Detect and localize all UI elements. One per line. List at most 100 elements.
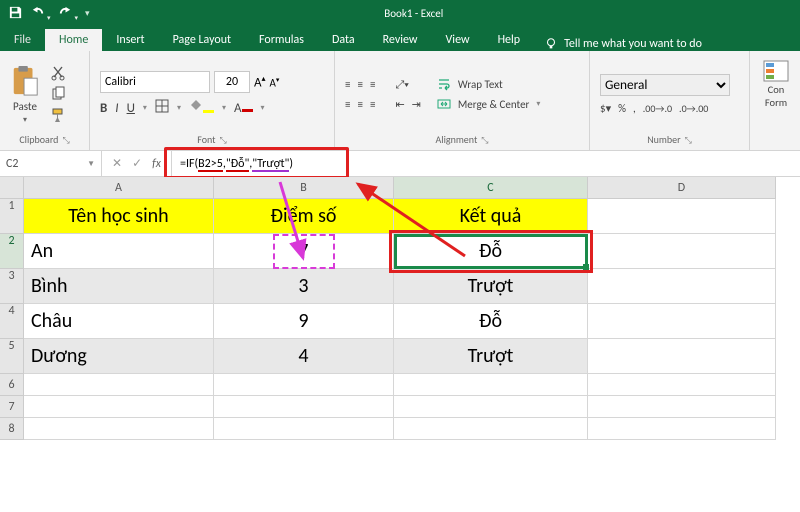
- tell-me-search[interactable]: Tell me what you want to do: [534, 37, 712, 51]
- select-all-corner[interactable]: [0, 177, 24, 199]
- tab-review[interactable]: Review: [369, 29, 432, 51]
- cell-a1[interactable]: Tên học sinh: [24, 199, 214, 234]
- cell-c3[interactable]: Trượt: [394, 269, 588, 304]
- cell-d6[interactable]: [588, 374, 776, 396]
- cell-b2[interactable]: 7: [214, 234, 394, 269]
- underline-button[interactable]: U: [127, 101, 135, 116]
- cell-c8[interactable]: [394, 418, 588, 440]
- decrease-font-icon[interactable]: A▾: [270, 75, 280, 90]
- decrease-indent-icon[interactable]: ⇤: [395, 98, 404, 111]
- formula-input[interactable]: =IF(B2>5,"Đỗ","Trượt"): [172, 151, 800, 176]
- cell-b7[interactable]: [214, 396, 394, 418]
- cell-a5[interactable]: Dương: [24, 339, 214, 374]
- cell-d1[interactable]: [588, 199, 776, 234]
- cell-a4[interactable]: Châu: [24, 304, 214, 339]
- undo-icon[interactable]: [30, 5, 51, 23]
- increase-decimal-icon[interactable]: .00→.0: [643, 102, 672, 115]
- cell-b8[interactable]: [214, 418, 394, 440]
- cell-d4[interactable]: [588, 304, 776, 339]
- cell-c5[interactable]: Trượt: [394, 339, 588, 374]
- save-icon[interactable]: [8, 5, 23, 23]
- comma-button[interactable]: ,: [633, 102, 636, 115]
- orientation-icon[interactable]: ⤢▾: [395, 78, 408, 92]
- group-clipboard: Paste ▾ Clipboard⤡: [0, 51, 90, 150]
- align-middle-icon[interactable]: ≡: [357, 78, 362, 91]
- qat-customize-icon[interactable]: ▾: [85, 8, 90, 19]
- cell-d7[interactable]: [588, 396, 776, 418]
- currency-button[interactable]: $▾: [600, 102, 611, 115]
- cell-c6[interactable]: [394, 374, 588, 396]
- tab-formulas[interactable]: Formulas: [245, 29, 318, 51]
- font-name-input[interactable]: [100, 71, 210, 93]
- col-header-b[interactable]: B: [214, 177, 394, 199]
- cell-c2[interactable]: Đỗ: [394, 234, 588, 269]
- copy-icon[interactable]: [50, 86, 66, 102]
- row-header-6[interactable]: 6: [0, 374, 24, 396]
- align-bottom-icon[interactable]: ≡: [370, 78, 375, 91]
- cell-a8[interactable]: [24, 418, 214, 440]
- col-header-c[interactable]: C: [394, 177, 588, 199]
- tab-view[interactable]: View: [432, 29, 484, 51]
- merge-label: Merge & Center: [458, 98, 530, 111]
- fill-color-button[interactable]: [189, 99, 214, 117]
- align-right-icon[interactable]: ≡: [370, 98, 375, 111]
- increase-font-icon[interactable]: A▴: [254, 74, 266, 90]
- cell-b3[interactable]: 3: [214, 269, 394, 304]
- conditional-formatting-button[interactable]: Con Form: [760, 55, 788, 109]
- tab-home[interactable]: Home: [45, 29, 102, 51]
- number-format-select[interactable]: General: [600, 74, 730, 96]
- row-header-3[interactable]: 3: [0, 269, 24, 304]
- bold-button[interactable]: B: [100, 101, 107, 116]
- format-painter-icon[interactable]: [50, 107, 66, 123]
- formula-arg1: B2>5: [198, 157, 223, 171]
- cell-d5[interactable]: [588, 339, 776, 374]
- col-header-a[interactable]: A: [24, 177, 214, 199]
- tab-help[interactable]: Help: [484, 29, 535, 51]
- borders-button[interactable]: [155, 99, 169, 117]
- merge-center-button[interactable]: Merge & Center ▾: [437, 97, 541, 111]
- cell-a7[interactable]: [24, 396, 214, 418]
- tab-file[interactable]: File: [0, 29, 45, 51]
- align-left-icon[interactable]: ≡: [345, 98, 350, 111]
- paste-button[interactable]: Paste ▾: [10, 64, 40, 125]
- row-header-8[interactable]: 8: [0, 418, 24, 440]
- cell-a6[interactable]: [24, 374, 214, 396]
- wrap-text-button[interactable]: Wrap Text: [437, 77, 541, 91]
- tab-data[interactable]: Data: [318, 29, 369, 51]
- cell-d2[interactable]: [588, 234, 776, 269]
- row-header-4[interactable]: 4: [0, 304, 24, 339]
- row-header-2[interactable]: 2: [0, 234, 24, 269]
- redo-icon[interactable]: [58, 5, 79, 23]
- row-header-1[interactable]: 1: [0, 199, 24, 234]
- increase-indent-icon[interactable]: ⇥: [412, 98, 421, 111]
- cell-d8[interactable]: [588, 418, 776, 440]
- col-header-d[interactable]: D: [588, 177, 776, 199]
- cell-c1[interactable]: Kết quả: [394, 199, 588, 234]
- align-top-icon[interactable]: ≡: [345, 78, 350, 91]
- cell-a2[interactable]: An: [24, 234, 214, 269]
- font-size-input[interactable]: [214, 71, 250, 93]
- percent-button[interactable]: %: [618, 102, 626, 115]
- cut-icon[interactable]: [50, 65, 66, 81]
- italic-button[interactable]: I: [115, 101, 118, 116]
- cell-c7[interactable]: [394, 396, 588, 418]
- decrease-decimal-icon[interactable]: .0→.00: [679, 102, 708, 115]
- cell-d3[interactable]: [588, 269, 776, 304]
- tab-insert[interactable]: Insert: [102, 29, 158, 51]
- align-center-icon[interactable]: ≡: [357, 98, 362, 111]
- cancel-formula-icon[interactable]: ✕: [112, 156, 122, 171]
- cell-b1[interactable]: Điểm số: [214, 199, 394, 234]
- name-box[interactable]: C2 ▼: [0, 151, 102, 176]
- font-color-button[interactable]: A: [234, 101, 253, 116]
- tab-page-layout[interactable]: Page Layout: [159, 29, 245, 51]
- cell-b5[interactable]: 4: [214, 339, 394, 374]
- row-header-7[interactable]: 7: [0, 396, 24, 418]
- cell-a3[interactable]: Bình: [24, 269, 214, 304]
- cell-b4[interactable]: 9: [214, 304, 394, 339]
- cell-c4[interactable]: Đỗ: [394, 304, 588, 339]
- row-header-5[interactable]: 5: [0, 339, 24, 374]
- cell-b6[interactable]: [214, 374, 394, 396]
- worksheet[interactable]: A B C D 1 Tên học sinh Điểm số Kết quả 2…: [0, 177, 800, 440]
- accept-formula-icon[interactable]: ✓: [132, 156, 142, 171]
- fx-icon[interactable]: fx: [152, 157, 161, 171]
